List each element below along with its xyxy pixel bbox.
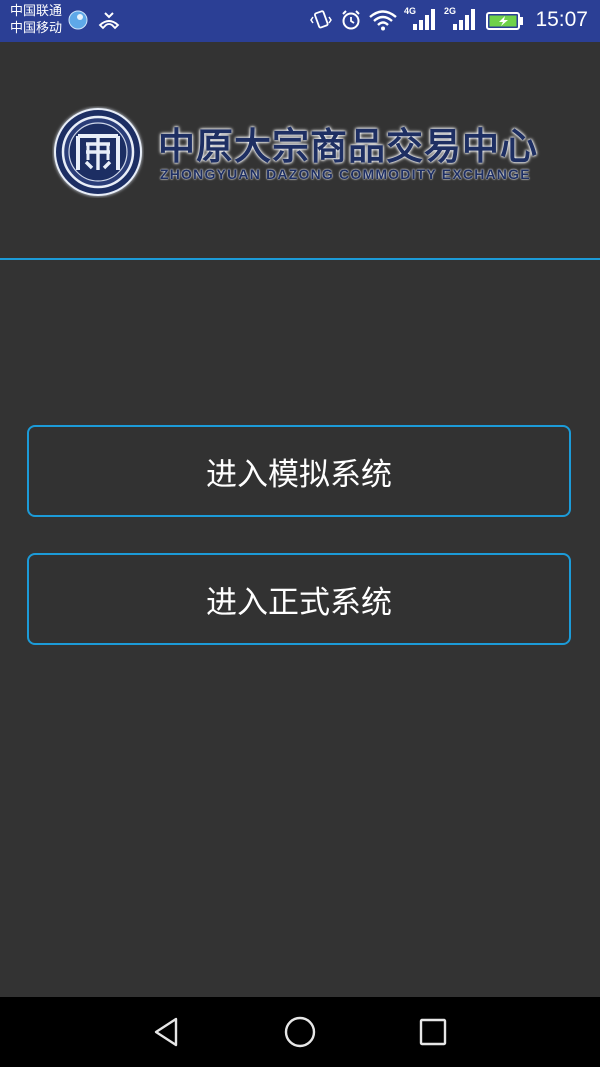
logo-subtitle: ZHONGYUAN DAZONG COMMODITY EXCHANGE [160, 166, 531, 182]
status-bar: 中国联通 中国移动 4G 2G 15:07 [0, 0, 600, 42]
wifi-icon [368, 9, 398, 31]
enter-simulation-label: 进入模拟系统 [206, 456, 392, 493]
enter-production-system-button[interactable]: 进入正式系统 [27, 553, 571, 645]
carrier-info: 中国联通 中国移动 [10, 3, 62, 37]
header-divider [0, 258, 600, 260]
signal-2g-icon: 2G [444, 6, 478, 32]
app-screen: 中国联通 中国移动 4G 2G 15:07 中原大宗商品交易中心 ZHONGYU… [0, 0, 600, 1067]
back-icon[interactable] [147, 1012, 187, 1052]
navigation-bar [0, 997, 600, 1067]
enter-simulation-system-button[interactable]: 进入模拟系统 [27, 425, 571, 517]
bubble-icon [68, 10, 88, 30]
missed-call-icon [98, 10, 120, 30]
carrier-2-label: 中国移动 [10, 21, 63, 36]
vibrate-icon [310, 9, 332, 31]
logo-title: 中原大宗商品交易中心 [158, 125, 538, 168]
recent-apps-icon[interactable] [413, 1012, 453, 1052]
exchange-emblem-icon [52, 106, 144, 198]
battery-charging-icon [486, 11, 524, 31]
status-clock: 15:07 [535, 8, 588, 31]
signal-4g-icon: 4G [404, 6, 438, 32]
carrier-1-label: 中国联通 [10, 4, 63, 19]
enter-production-label: 进入正式系统 [206, 584, 392, 621]
home-icon[interactable] [280, 1012, 320, 1052]
alarm-icon [340, 9, 362, 31]
